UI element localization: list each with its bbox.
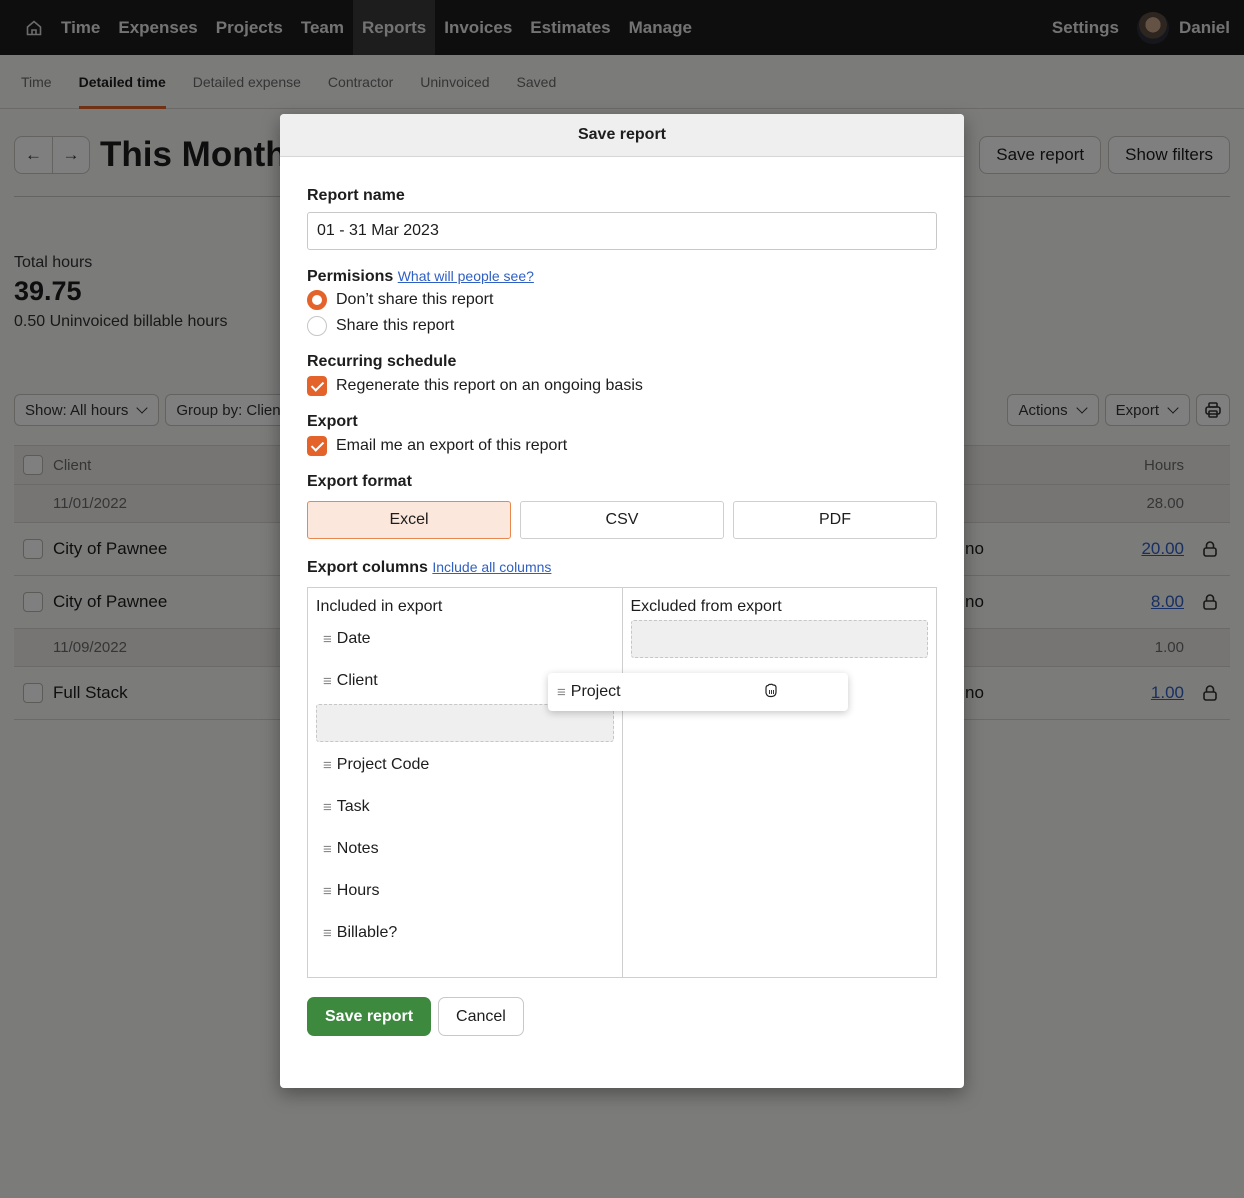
included-columns-list[interactable]: Included in export ≡ Date ≡ Client ≡ Projec… <box>308 588 622 977</box>
include-all-columns-link[interactable]: Include all columns <box>432 559 551 575</box>
column-item-label: Billable? <box>336 924 398 941</box>
recurring-checkbox-label: Regenerate this report on an ongoing bas… <box>336 377 643 394</box>
save-report-dialog: Save report Report name Permisions What … <box>280 114 964 1088</box>
report-name-label: Report name <box>307 187 405 204</box>
email-export-checkbox[interactable]: Email me an export of this report <box>307 433 937 459</box>
permissions-label: Permisions <box>307 268 394 285</box>
checkbox-checked[interactable] <box>307 436 327 456</box>
drag-handle-icon[interactable]: ≡ <box>323 757 332 774</box>
column-item-label: Notes <box>336 840 379 857</box>
radio-dont-share-label: Don’t share this report <box>336 291 494 308</box>
export-columns-label: Export columns <box>307 559 428 576</box>
drag-handle-icon[interactable]: ≡ <box>323 883 332 900</box>
column-item[interactable]: ≡ Date <box>316 618 614 660</box>
drop-placeholder <box>630 620 928 658</box>
report-name-input[interactable] <box>307 212 937 250</box>
dialog-title: Save report <box>280 114 964 157</box>
column-item[interactable]: ≡ Billable? <box>316 912 614 954</box>
format-pdf-button[interactable]: PDF <box>733 501 937 539</box>
radio-selected[interactable] <box>307 290 327 310</box>
radio-dont-share[interactable]: Don’t share this report <box>307 287 937 313</box>
drag-handle-icon[interactable]: ≡ <box>323 925 332 942</box>
export-format-group: Excel CSV PDF <box>307 501 937 539</box>
format-csv-button[interactable]: CSV <box>520 501 724 539</box>
included-title: Included in export <box>316 598 443 615</box>
drag-handle-icon[interactable]: ≡ <box>323 841 332 858</box>
export-columns-editor: Included in export ≡ Date ≡ Client ≡ Projec… <box>307 587 937 978</box>
export-label: Export <box>307 413 358 430</box>
radio-share-label: Share this report <box>336 317 455 334</box>
column-item-label: Project Code <box>336 756 430 773</box>
recurring-label: Recurring schedule <box>307 353 457 370</box>
checkbox-checked[interactable] <box>307 376 327 396</box>
export-format-label: Export format <box>307 473 412 490</box>
drag-handle-icon[interactable]: ≡ <box>323 799 332 816</box>
column-item-label: Client <box>336 672 378 689</box>
grab-cursor-icon <box>763 682 779 703</box>
format-excel-button[interactable]: Excel <box>307 501 511 539</box>
radio-share[interactable]: Share this report <box>307 313 937 339</box>
what-will-people-see-link[interactable]: What will people see? <box>398 268 534 284</box>
drag-handle-icon[interactable]: ≡ <box>323 673 332 690</box>
excluded-columns-list[interactable]: Excluded from export <box>621 588 937 977</box>
dragging-column-label: Project <box>570 683 621 700</box>
column-item-label: Hours <box>336 882 380 899</box>
recurring-checkbox[interactable]: Regenerate this report on an ongoing bas… <box>307 373 937 399</box>
email-export-label: Email me an export of this report <box>336 437 568 454</box>
cancel-button[interactable]: Cancel <box>438 997 524 1036</box>
column-item[interactable]: ≡ Notes <box>316 828 614 870</box>
column-item[interactable]: ≡ Hours <box>316 870 614 912</box>
drag-handle-icon[interactable]: ≡ <box>557 684 566 701</box>
drag-handle-icon[interactable]: ≡ <box>323 631 332 648</box>
column-item-label: Task <box>336 798 370 815</box>
radio-unselected[interactable] <box>307 316 327 336</box>
excluded-title: Excluded from export <box>630 598 782 615</box>
save-report-submit-button[interactable]: Save report <box>307 997 432 1036</box>
column-item[interactable]: ≡ Task <box>316 786 614 828</box>
column-item-label: Date <box>336 630 371 647</box>
dragging-column-item[interactable]: ≡ Project <box>548 673 848 711</box>
column-item[interactable]: ≡ Project Code <box>316 744 614 786</box>
